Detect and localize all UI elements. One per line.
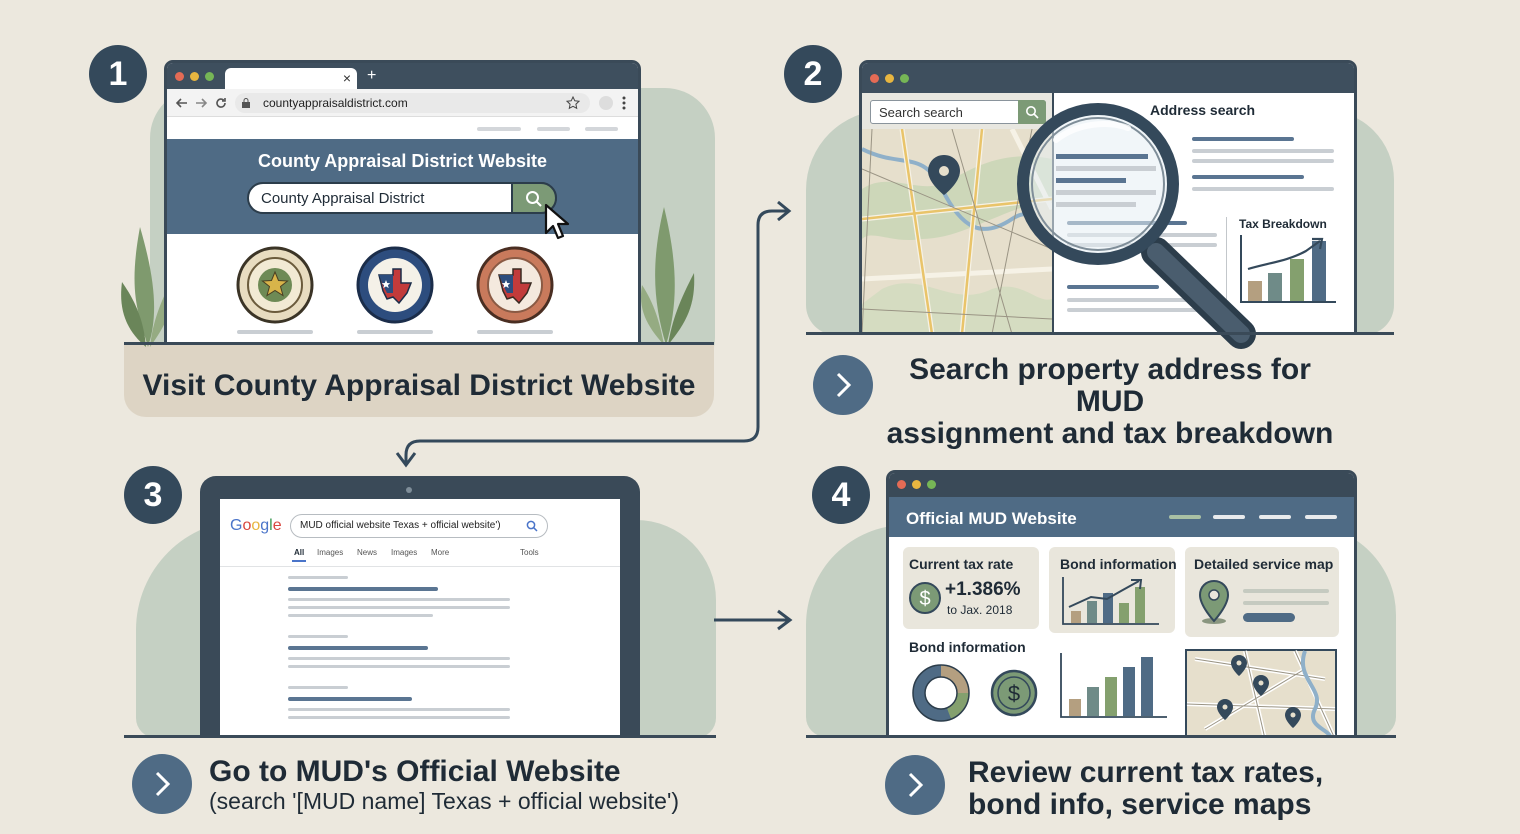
step2-caption: Search property address for MUD assignme… bbox=[886, 353, 1334, 450]
laptop-screen: Google MUD official website Texas + offi… bbox=[220, 499, 620, 738]
tab-images[interactable]: Images bbox=[317, 548, 343, 557]
step1-number-badge: 1 bbox=[89, 45, 147, 103]
tab-more[interactable]: More bbox=[431, 548, 449, 557]
step3-chevron-icon bbox=[132, 754, 192, 814]
back-arrow-icon[interactable] bbox=[175, 96, 189, 110]
step4-caption: Review current tax rates, bond info, ser… bbox=[968, 756, 1324, 821]
connector-arrow-3-to-4 bbox=[714, 609, 793, 631]
reload-icon[interactable] bbox=[214, 96, 228, 110]
kebab-menu-icon[interactable] bbox=[622, 96, 626, 110]
tab-news[interactable]: News bbox=[357, 548, 377, 557]
service-area-map[interactable] bbox=[1185, 649, 1337, 738]
step2-number-badge: 2 bbox=[784, 45, 842, 103]
map-search-value: Search search bbox=[879, 105, 963, 120]
profile-avatar[interactable] bbox=[599, 96, 613, 110]
tax-rate-card[interactable]: Current tax rate $ +1.386% to Jax. 2018 bbox=[903, 547, 1039, 629]
bond-info-title-bottom: Bond information bbox=[909, 639, 1026, 655]
tab-images-2[interactable]: Images bbox=[391, 548, 417, 557]
map-pin-icon bbox=[1198, 579, 1230, 624]
magnifying-glass-icon bbox=[1017, 103, 1256, 349]
google-search-query: MUD official website Texas + official we… bbox=[300, 520, 501, 531]
search-result-link[interactable] bbox=[288, 587, 438, 591]
nav-link[interactable] bbox=[585, 127, 618, 131]
nav-link[interactable] bbox=[1213, 515, 1245, 519]
bond-info-title: Bond information bbox=[1060, 556, 1177, 572]
nav-link[interactable] bbox=[1169, 515, 1201, 519]
step4-number-badge: 4 bbox=[812, 466, 870, 524]
nav-link[interactable] bbox=[537, 127, 570, 131]
forward-arrow-icon[interactable] bbox=[194, 96, 208, 110]
search-result-tabs: All Images News Images More Tools bbox=[292, 548, 544, 564]
tax-rate-value: +1.386% bbox=[945, 579, 1021, 600]
google-logo: Google bbox=[230, 517, 282, 534]
svg-text:$: $ bbox=[1008, 681, 1020, 706]
step3-caption: Go to MUD's Official Website (search '[M… bbox=[209, 755, 680, 815]
service-map-card[interactable]: Detailed service map bbox=[1185, 547, 1339, 637]
step2-chevron-icon bbox=[813, 355, 873, 415]
bookmark-star-icon[interactable] bbox=[566, 96, 580, 110]
connector-arrow-1-to-2 bbox=[395, 200, 792, 468]
tax-rate-title: Current tax rate bbox=[909, 556, 1014, 572]
nav-link[interactable] bbox=[1305, 515, 1337, 519]
fort-bend-county-seal-icon bbox=[236, 246, 314, 324]
donut-chart-icon bbox=[912, 664, 970, 722]
search-result-link[interactable] bbox=[288, 697, 412, 701]
tab-close-icon[interactable]: × bbox=[343, 70, 351, 86]
search-icon[interactable] bbox=[526, 520, 538, 532]
service-map-title: Detailed service map bbox=[1194, 556, 1334, 572]
address-bar-url: countyappraisaldistrict.com bbox=[263, 96, 408, 110]
browser-tab[interactable]: × bbox=[225, 68, 357, 89]
dollar-coin-icon: $ bbox=[909, 582, 941, 614]
step4-chevron-icon bbox=[885, 755, 945, 815]
step3-number-badge: 3 bbox=[124, 466, 182, 524]
mud-site-title: Official MUD Website bbox=[906, 509, 1077, 528]
nav-link[interactable] bbox=[477, 127, 521, 131]
new-tab-icon[interactable]: + bbox=[367, 67, 376, 85]
bond-growth-chart-icon bbox=[1062, 577, 1159, 625]
laptop: Google MUD official website Texas + offi… bbox=[200, 476, 640, 738]
banner-title: County Appraisal District Website bbox=[257, 151, 548, 171]
nav-link[interactable] bbox=[1259, 515, 1291, 519]
address-bar[interactable]: countyappraisaldistrict.com bbox=[235, 93, 590, 113]
lock-icon bbox=[242, 98, 250, 108]
tab-tools[interactable]: Tools bbox=[520, 548, 539, 557]
dollar-coin-icon: $ bbox=[990, 669, 1038, 717]
service-map-link[interactable] bbox=[1243, 613, 1295, 622]
step4-browser-window: Official MUD Website Current tax rate $ … bbox=[886, 470, 1357, 738]
google-search-input[interactable]: MUD official website Texas + official we… bbox=[290, 514, 548, 538]
bond-info-card[interactable]: Bond information bbox=[1049, 547, 1177, 633]
tax-rate-note: to Jax. 2018 bbox=[947, 603, 1013, 617]
tab-all[interactable]: All bbox=[294, 548, 304, 557]
bond-bar-chart-icon bbox=[1060, 653, 1167, 718]
search-result-link[interactable] bbox=[288, 646, 428, 650]
svg-text:$: $ bbox=[919, 588, 930, 610]
